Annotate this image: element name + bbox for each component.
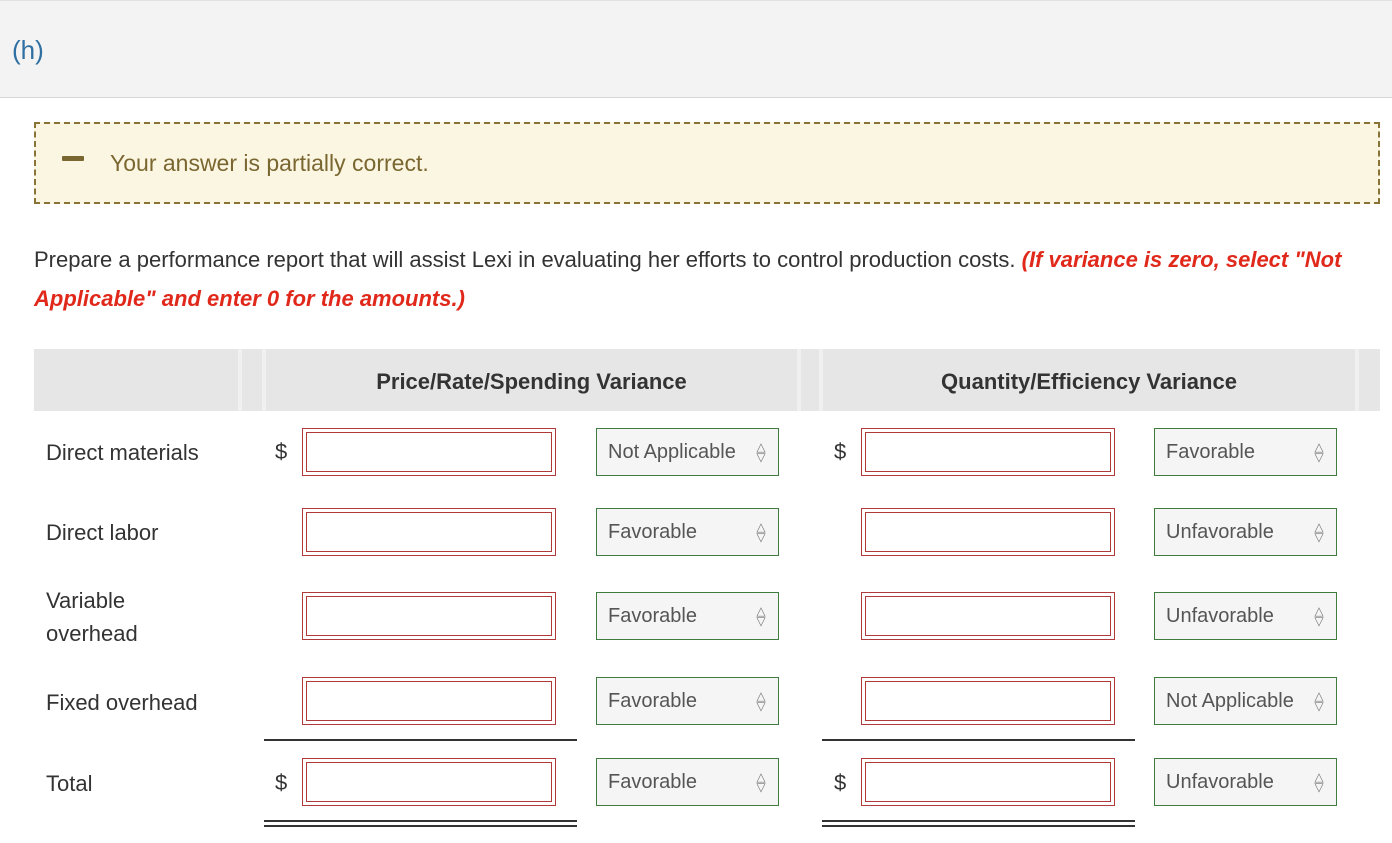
price-variance-header: Price/Rate/Spending Variance <box>376 369 687 394</box>
variable-overhead-quantity-type-select[interactable]: Unfavorable △ ▽ <box>1154 592 1337 640</box>
select-chevron-icon: △ ▽ <box>756 689 766 713</box>
select-value: Favorable <box>608 605 697 627</box>
total-double-rule <box>822 820 1135 822</box>
select-value: Not Applicable <box>1166 690 1294 712</box>
header-divider <box>1355 349 1359 411</box>
select-chevron-icon: △ ▽ <box>1314 689 1324 713</box>
select-chevron-icon: △ ▽ <box>756 770 766 794</box>
select-value: Unfavorable <box>1166 605 1274 627</box>
direct-labor-quantity-type-select[interactable]: Unfavorable △ ▽ <box>1154 508 1337 556</box>
total-price-type-select[interactable]: Favorable △ ▽ <box>596 758 779 806</box>
currency-symbol: $ <box>275 770 288 795</box>
header-divider <box>238 349 242 411</box>
subtotal-rule <box>822 739 1135 741</box>
currency-symbol: $ <box>834 770 847 795</box>
variable-overhead-price-amount-input[interactable] <box>302 592 556 640</box>
part-label: (h) <box>12 35 44 65</box>
direct-labor-price-amount-input[interactable] <box>302 508 556 556</box>
select-chevron-icon: △ ▽ <box>1314 604 1324 628</box>
direct-labor-price-type-select[interactable]: Favorable △ ▽ <box>596 508 779 556</box>
variable-overhead-quantity-amount-input[interactable] <box>861 592 1115 640</box>
select-value: Favorable <box>1166 441 1255 463</box>
currency-symbol: $ <box>834 439 847 464</box>
partial-correct-icon <box>62 156 84 161</box>
feedback-text: Your answer is partially correct. <box>110 150 429 176</box>
variable-overhead-price-type-select[interactable]: Favorable △ ▽ <box>596 592 779 640</box>
select-value: Favorable <box>608 521 697 543</box>
row-label-direct-materials: Direct materials <box>46 440 199 465</box>
fixed-overhead-quantity-amount-input[interactable] <box>861 677 1115 725</box>
select-value: Unfavorable <box>1166 771 1274 793</box>
select-value: Favorable <box>608 771 697 793</box>
select-value: Unfavorable <box>1166 521 1274 543</box>
direct-labor-quantity-amount-input[interactable] <box>861 508 1115 556</box>
select-chevron-icon: △ ▽ <box>756 604 766 628</box>
select-chevron-icon: △ ▽ <box>1314 770 1324 794</box>
total-double-rule <box>822 825 1135 827</box>
subtotal-rule <box>264 739 577 741</box>
total-quantity-type-select[interactable]: Unfavorable △ ▽ <box>1154 758 1337 806</box>
select-chevron-icon: △ ▽ <box>1314 440 1324 464</box>
total-quantity-amount-input[interactable] <box>861 758 1115 806</box>
select-chevron-icon: △ ▽ <box>1314 520 1324 544</box>
direct-materials-price-type-select[interactable]: Not Applicable △ ▽ <box>596 428 779 476</box>
header-divider <box>797 349 801 411</box>
select-chevron-icon: △ ▽ <box>756 520 766 544</box>
instructions: Prepare a performance report that will a… <box>34 240 1386 318</box>
feedback-banner: Your answer is partially correct. <box>34 122 1380 204</box>
currency-symbol: $ <box>275 439 288 464</box>
fixed-overhead-quantity-type-select[interactable]: Not Applicable △ ▽ <box>1154 677 1337 725</box>
row-label-direct-labor: Direct labor <box>46 520 159 545</box>
instructions-text: Prepare a performance report that will a… <box>34 247 1022 272</box>
fixed-overhead-price-amount-input[interactable] <box>302 677 556 725</box>
total-double-rule <box>264 820 577 822</box>
row-label-fixed-overhead: Fixed overhead <box>46 690 198 715</box>
row-label-variable-overhead: Variable overhead <box>46 588 138 646</box>
select-chevron-icon: △ ▽ <box>756 440 766 464</box>
total-price-amount-input[interactable] <box>302 758 556 806</box>
total-double-rule <box>264 825 577 827</box>
fixed-overhead-price-type-select[interactable]: Favorable △ ▽ <box>596 677 779 725</box>
direct-materials-quantity-amount-input[interactable] <box>861 428 1115 476</box>
select-value: Favorable <box>608 690 697 712</box>
direct-materials-price-amount-input[interactable] <box>302 428 556 476</box>
select-value: Not Applicable <box>608 441 736 463</box>
direct-materials-quantity-type-select[interactable]: Favorable △ ▽ <box>1154 428 1337 476</box>
quantity-variance-header: Quantity/Efficiency Variance <box>941 369 1237 394</box>
part-header: (h) <box>0 0 1392 98</box>
row-label-total: Total <box>46 771 93 796</box>
